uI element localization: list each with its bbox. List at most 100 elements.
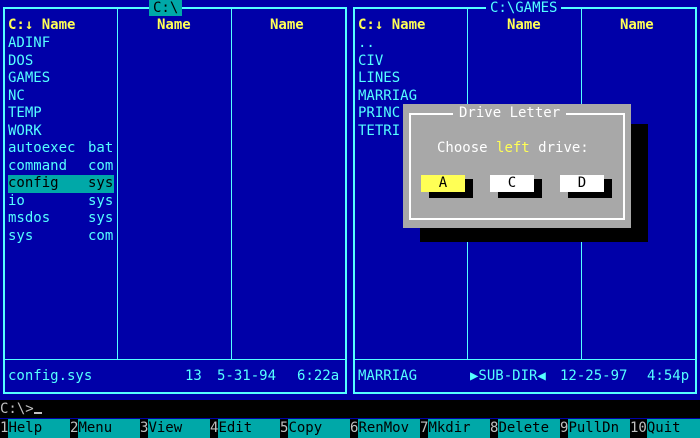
left-panel[interactable]: C:\ C:↓ Name Name Name ADINF DOS GAMES N… <box>0 0 350 396</box>
file-item[interactable]: MARRIAG <box>358 88 468 106</box>
column-header[interactable]: C:↓ Name <box>8 17 75 34</box>
status-filename: MARRIAG <box>358 368 418 384</box>
key-number: 7 <box>420 419 429 438</box>
file-name: GAMES <box>8 70 51 86</box>
key-label: Edit <box>218 419 280 438</box>
drive-label: D <box>577 175 587 191</box>
column-header[interactable]: Name <box>620 17 654 34</box>
function-key-bar: 1 Help 2 Menu 3 View 4 Edit 5 Copy 6 RenMov 7M… <box>0 419 700 438</box>
file-ext: sys <box>88 175 114 191</box>
f1-help-key[interactable]: 1 Help <box>0 419 70 438</box>
prompt-text: Choose <box>437 140 497 156</box>
f4-edit-key[interactable]: 4 Edit <box>210 419 280 438</box>
drive-c-button[interactable]: C <box>490 175 542 198</box>
panel-divider <box>3 359 347 360</box>
file-item[interactable]: ADINF <box>8 35 118 53</box>
panel-frame <box>353 392 697 394</box>
key-number: 2 <box>70 419 79 438</box>
key-label: Quit <box>646 419 700 438</box>
f10-quit-key[interactable]: 10 Quit <box>630 419 700 438</box>
f7-mkdir-key[interactable]: 7 Mkdir <box>420 419 490 438</box>
key-label: View <box>148 419 210 438</box>
file-item[interactable]: .. <box>358 35 468 53</box>
column-divider <box>231 9 232 359</box>
key-label: Mkdir <box>428 419 490 438</box>
key-number: 10 <box>630 419 647 438</box>
file-name: config <box>8 175 59 191</box>
file-item-selected[interactable]: config sys <box>8 175 114 193</box>
panel-frame <box>345 7 347 393</box>
file-name: TETRI <box>358 122 401 139</box>
panel-frame <box>3 7 5 393</box>
f9-pulldn-key[interactable]: 9 PullDn <box>560 419 630 438</box>
file-item[interactable]: LINES <box>358 70 468 88</box>
file-name: ADINF <box>8 35 51 51</box>
dialog-prompt: Choose left drive: <box>437 140 589 158</box>
status-filename: config.sys <box>8 368 93 384</box>
key-label: Menu <box>78 419 140 438</box>
file-item[interactable]: CIV <box>358 53 468 71</box>
key-number: 5 <box>280 419 289 438</box>
column-header[interactable]: Name <box>157 17 191 34</box>
key-label: Delete <box>498 419 560 438</box>
file-name: WORK <box>8 122 42 139</box>
file-item[interactable]: msdos sys <box>8 210 118 228</box>
file-name: MARRIAG <box>358 87 418 104</box>
key-number: 8 <box>490 419 499 438</box>
file-ext: bat <box>88 140 114 156</box>
status-time: 6:22a <box>297 368 340 384</box>
f8-delete-key[interactable]: 8 Delete <box>490 419 560 438</box>
file-name: command <box>8 157 68 174</box>
file-item[interactable]: WORK <box>8 123 118 141</box>
file-name: PRINC <box>358 105 401 121</box>
key-number: 6 <box>350 419 359 438</box>
file-name: LINES <box>358 70 401 86</box>
status-size: ▶SUB-DIR◀ <box>470 368 546 384</box>
file-name: sys <box>8 227 34 244</box>
button-shadow <box>604 179 612 192</box>
drive-d-button[interactable]: D <box>560 175 612 198</box>
button-shadow <box>534 179 542 192</box>
drive-label: A <box>438 175 448 191</box>
f2-menu-key[interactable]: 2 Menu <box>70 419 140 438</box>
key-label: Help <box>8 419 70 438</box>
file-item[interactable]: GAMES <box>8 70 118 88</box>
file-ext: com <box>88 157 114 174</box>
key-label: PullDn <box>568 419 630 438</box>
file-name: CIV <box>358 52 384 69</box>
column-header[interactable]: Name <box>270 17 304 34</box>
column-header[interactable]: Name <box>507 17 541 34</box>
file-ext: sys <box>88 192 114 209</box>
file-name: DOS <box>8 52 34 69</box>
dialog-frame <box>409 113 625 220</box>
file-ext: sys <box>88 210 114 226</box>
button-shadow <box>465 179 473 192</box>
key-label: Copy <box>288 419 350 438</box>
key-label: RenMov <box>358 419 420 438</box>
file-item[interactable]: autoexec bat <box>8 140 118 158</box>
drive-a-button[interactable]: A <box>421 175 473 198</box>
f5-copy-key[interactable]: 5 Copy <box>280 419 350 438</box>
file-item[interactable]: NC <box>8 88 118 106</box>
key-number: 9 <box>560 419 569 438</box>
file-name: io <box>8 192 25 209</box>
panel-title: C:\GAMES <box>486 0 562 16</box>
key-number: 1 <box>0 419 9 438</box>
file-name: TEMP <box>8 105 42 121</box>
column-header[interactable]: C:↓ Name <box>358 17 425 34</box>
status-size: 13 <box>185 368 202 384</box>
f3-view-key[interactable]: 3 View <box>140 419 210 438</box>
file-name: NC <box>8 87 25 104</box>
panel-frame <box>353 7 355 393</box>
file-item[interactable]: DOS <box>8 53 118 71</box>
file-item[interactable]: command com <box>8 158 118 176</box>
dialog-title: Drive Letter <box>453 105 567 122</box>
status-time: 4:54p <box>647 368 690 384</box>
file-item[interactable]: sys com <box>8 228 118 246</box>
command-line[interactable]: C:\> <box>0 400 700 418</box>
drive-label: C <box>507 175 517 191</box>
file-item[interactable]: io sys <box>8 193 118 211</box>
text-cursor <box>33 400 42 414</box>
f6-renmov-key[interactable]: 6 RenMov <box>350 419 420 438</box>
file-item[interactable]: TEMP <box>8 105 118 123</box>
